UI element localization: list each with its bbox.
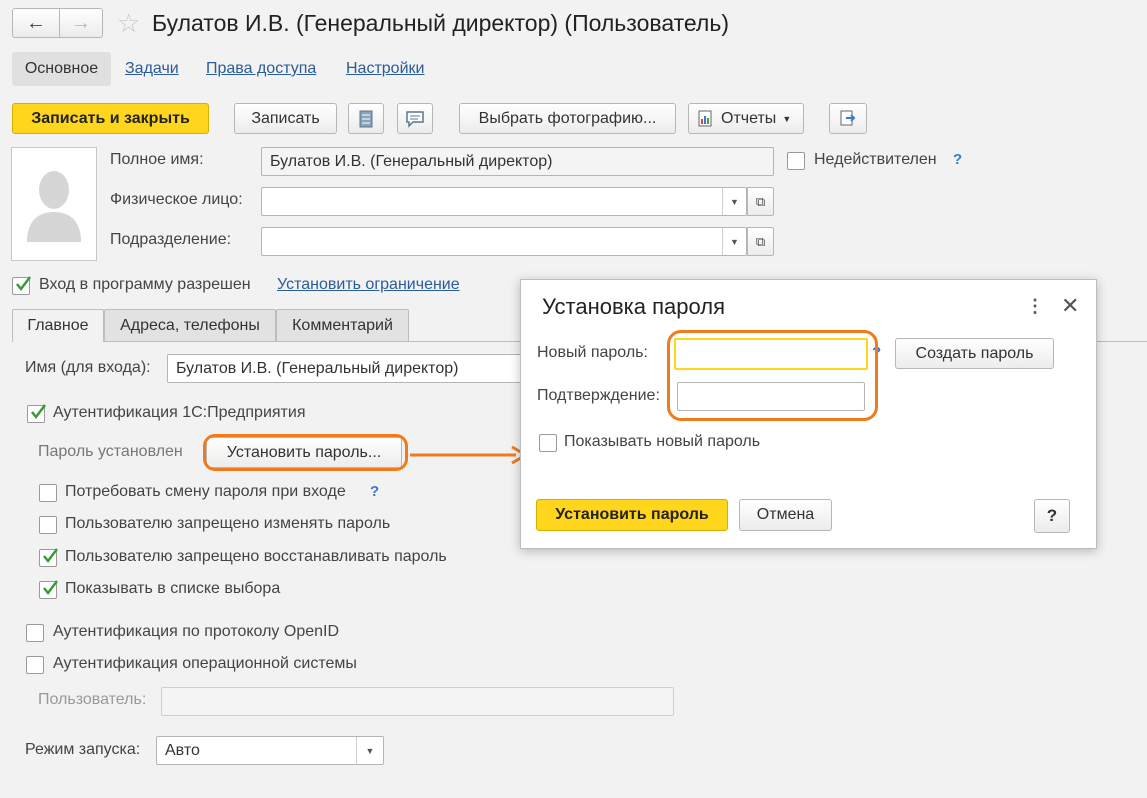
set-password-dialog: Установка пароля ⋮ ✕ Новый пароль: ? Под… xyxy=(520,279,1097,549)
show-in-list-checkbox[interactable] xyxy=(39,580,58,599)
os-auth-label: Аутентификация операционной системы xyxy=(53,655,357,672)
open-department-button[interactable]: ⧉ xyxy=(747,227,774,256)
auth-1c-label: Аутентификация 1С:Предприятия xyxy=(53,404,306,421)
nav-tab-main[interactable]: Основное xyxy=(12,52,111,86)
user-input xyxy=(161,687,674,716)
department-input[interactable]: ▼ xyxy=(261,227,747,256)
back-button[interactable]: ← xyxy=(12,8,60,38)
open-window-icon: ⧉ xyxy=(755,193,766,209)
export-icon xyxy=(840,110,856,125)
reports-button[interactable]: Отчеты ▼ xyxy=(688,103,804,134)
save-button[interactable]: Записать xyxy=(234,103,337,134)
structure-button[interactable] xyxy=(348,103,384,134)
help-icon[interactable]: ? xyxy=(370,483,379,500)
person-label: Физическое лицо: xyxy=(110,191,243,208)
nav-tab-access-rights[interactable]: Права доступа xyxy=(206,60,316,78)
message-icon xyxy=(406,110,424,128)
login-allowed-checkbox[interactable] xyxy=(12,276,31,295)
forbid-change-label: Пользователю запрещено изменять пароль xyxy=(65,515,391,532)
arrow-right-icon xyxy=(410,445,530,465)
show-new-password-label: Показывать новый пароль xyxy=(564,433,761,450)
window-title: Булатов И.В. (Генеральный директор) (Пол… xyxy=(152,10,729,36)
new-password-label: Новый пароль: xyxy=(537,344,648,361)
user-label: Пользователь: xyxy=(38,691,147,708)
person-input[interactable]: ▼ xyxy=(261,187,747,216)
login-allowed-label: Вход в программу разрешен xyxy=(39,276,251,293)
more-actions-button[interactable] xyxy=(829,103,867,134)
cancel-button[interactable]: Отмена xyxy=(739,499,832,531)
auth-1c-checkbox[interactable] xyxy=(27,404,46,423)
chevron-down-icon[interactable]: ▼ xyxy=(722,188,746,215)
os-auth-checkbox[interactable] xyxy=(26,656,44,674)
show-new-password-checkbox[interactable] xyxy=(539,434,557,452)
create-password-button[interactable]: Создать пароль xyxy=(895,338,1054,369)
star-icon[interactable]: ☆ xyxy=(117,8,140,39)
dialog-title: Установка пароля xyxy=(542,294,725,319)
require-change-checkbox[interactable] xyxy=(39,484,57,502)
check-icon xyxy=(31,404,46,420)
login-name-label: Имя (для входа): xyxy=(25,359,151,376)
tab-addresses[interactable]: Адреса, телефоны xyxy=(104,309,276,341)
open-window-icon: ⧉ xyxy=(755,233,766,249)
set-restriction-link[interactable]: Установить ограничение xyxy=(277,276,460,294)
login-name-input[interactable]: Булатов И.В. (Генеральный директор) xyxy=(167,354,527,383)
password-set-label: Пароль установлен xyxy=(38,443,183,460)
tab-main-label: Главное xyxy=(27,317,89,334)
discuss-button[interactable] xyxy=(397,103,433,134)
full-name-input[interactable]: Булатов И.В. (Генеральный директор) xyxy=(261,147,774,176)
nav-tab-settings[interactable]: Настройки xyxy=(346,60,424,78)
chevron-down-icon[interactable]: ▼ xyxy=(722,228,746,255)
forbid-restore-label: Пользователю запрещено восстанавливать п… xyxy=(65,548,447,565)
close-icon[interactable]: ✕ xyxy=(1061,293,1079,319)
confirm-label: Подтверждение: xyxy=(537,387,660,404)
check-icon xyxy=(16,276,31,292)
launch-mode-value: Авто xyxy=(165,741,200,759)
dialog-set-password-button[interactable]: Установить пароль xyxy=(536,499,728,531)
chevron-down-icon: ▼ xyxy=(782,113,792,124)
nav-tab-tasks[interactable]: Задачи xyxy=(125,60,179,78)
choose-photo-button[interactable]: Выбрать фотографию... xyxy=(459,103,676,134)
chevron-down-icon[interactable]: ▼ xyxy=(356,737,383,764)
department-label: Подразделение: xyxy=(110,231,232,248)
list-icon xyxy=(359,110,373,127)
require-change-label: Потребовать смену пароля при входе xyxy=(65,483,346,500)
avatar-icon xyxy=(27,171,81,242)
user-photo[interactable] xyxy=(11,147,97,261)
tab-addresses-label: Адреса, телефоны xyxy=(120,316,260,334)
save-and-close-button[interactable]: Записать и закрыть xyxy=(12,103,209,134)
forward-button[interactable]: → xyxy=(59,8,103,38)
show-in-list-label: Показывать в списке выбора xyxy=(65,580,281,597)
tab-main[interactable]: Главное xyxy=(12,309,104,342)
launch-mode-select[interactable]: Авто ▼ xyxy=(156,736,384,765)
openid-checkbox[interactable] xyxy=(26,624,44,642)
check-icon xyxy=(43,548,58,564)
nav-tab-main-label: Основное xyxy=(24,60,99,77)
more-icon[interactable]: ⋮ xyxy=(1026,296,1044,317)
highlight-password-fields xyxy=(667,330,878,421)
openid-label: Аутентификация по протоколу OpenID xyxy=(53,623,340,640)
forbid-change-checkbox[interactable] xyxy=(39,516,57,534)
open-person-button[interactable]: ⧉ xyxy=(747,187,774,216)
arrow-left-icon: ← xyxy=(26,11,46,34)
forbid-restore-checkbox[interactable] xyxy=(39,548,58,567)
tab-comment[interactable]: Комментарий xyxy=(276,309,409,341)
inactive-label: Недействителен xyxy=(814,151,937,168)
tab-comment-label: Комментарий xyxy=(292,316,393,334)
full-name-label: Полное имя: xyxy=(110,151,204,168)
help-button[interactable]: ? xyxy=(1034,499,1070,533)
check-icon xyxy=(43,580,58,596)
reports-icon xyxy=(698,110,712,126)
launch-mode-label: Режим запуска: xyxy=(25,741,141,758)
inactive-checkbox[interactable] xyxy=(787,152,805,170)
help-icon[interactable]: ? xyxy=(953,151,962,168)
reports-label: Отчеты xyxy=(721,109,777,127)
highlight-set-password xyxy=(203,434,408,471)
arrow-right-icon: → xyxy=(71,11,91,34)
